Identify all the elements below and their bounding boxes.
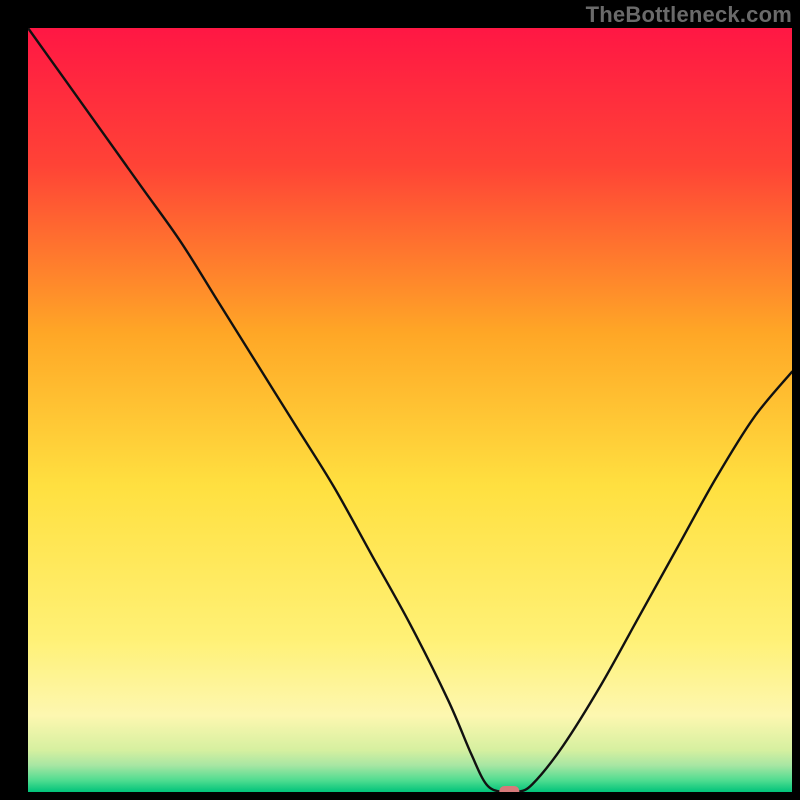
optimal-point-marker [499, 786, 519, 792]
bottleneck-chart [28, 28, 792, 792]
chart-frame: TheBottleneck.com [0, 0, 800, 800]
gradient-background [28, 28, 792, 792]
watermark-text: TheBottleneck.com [586, 2, 792, 28]
